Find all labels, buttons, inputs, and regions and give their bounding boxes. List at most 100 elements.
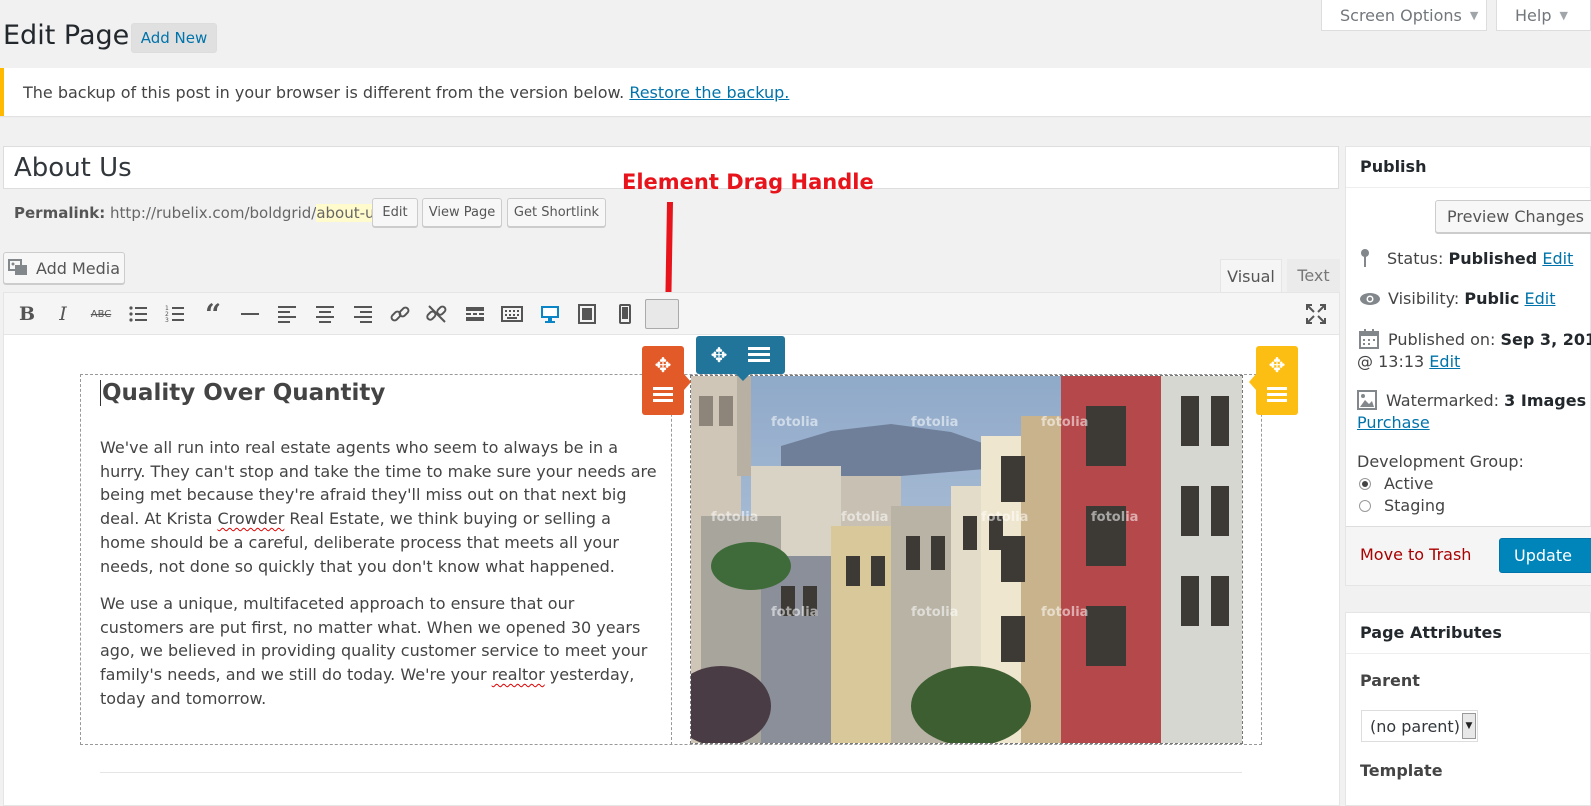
watermark-2: fotolia [911, 415, 958, 430]
desktop-view-icon[interactable] [537, 301, 563, 327]
radio-active[interactable] [1359, 477, 1371, 490]
permalink-edit-button[interactable]: Edit [372, 198, 418, 227]
purchase-row: Purchase [1357, 413, 1430, 432]
visibility-row: Visibility: Public Edit [1359, 289, 1555, 308]
fullscreen-icon[interactable] [1303, 301, 1329, 327]
status-label: Status: [1387, 248, 1444, 268]
read-more-icon[interactable] [462, 301, 488, 327]
menu-icon[interactable] [748, 346, 770, 364]
handle-pointer [684, 374, 691, 390]
content-bottom-rule [100, 772, 1242, 773]
annotation-label: Element Drag Handle [622, 170, 874, 194]
tab-visual[interactable]: Visual [1220, 259, 1282, 292]
view-page-button[interactable]: View Page [422, 198, 502, 227]
content-paragraph-2[interactable]: We use a unique, multifaceted approach t… [100, 592, 660, 711]
paragraph-2-spell: realtor [491, 665, 545, 685]
menu-icon[interactable] [1267, 386, 1287, 404]
toolbar-toggle-icon[interactable] [499, 301, 525, 327]
city-houses-illustration: fotolia fotolia fotolia fotolia fotolia … [691, 376, 1242, 743]
menu-icon[interactable] [653, 386, 673, 404]
parent-select-value: (no parent) [1370, 716, 1460, 736]
numbered-list-icon[interactable]: 123 [162, 301, 188, 327]
status-edit-link[interactable]: Edit [1542, 249, 1573, 268]
element-drag-handle-blue[interactable]: ✥ [696, 336, 785, 374]
watermark-4: fotolia [711, 510, 758, 525]
bold-icon[interactable]: B [14, 301, 40, 327]
align-center-icon[interactable] [312, 301, 338, 327]
calendar-icon [1359, 329, 1379, 349]
drag-move-icon[interactable]: ✥ [704, 341, 734, 369]
watermark-6: fotolia [981, 510, 1028, 525]
template-label: Template [1360, 761, 1443, 780]
status-value: Published [1448, 248, 1538, 268]
purchase-link[interactable]: Purchase [1357, 413, 1430, 432]
published-edit-link[interactable]: Edit [1429, 352, 1460, 371]
notice-text: The backup of this post in your browser … [23, 82, 625, 102]
parent-label: Parent [1360, 671, 1420, 690]
add-media-button[interactable]: Add Media [3, 252, 125, 284]
drag-move-icon[interactable]: ✥ [642, 352, 684, 378]
add-media-label: Add Media [35, 258, 121, 278]
screen-options-tab[interactable]: Screen Options ▼ [1321, 0, 1487, 31]
preview-changes-button[interactable]: Preview Changes [1435, 200, 1591, 233]
handle-pointer [736, 374, 750, 381]
media-icon [7, 259, 27, 275]
align-left-icon[interactable] [274, 301, 300, 327]
visibility-edit-link[interactable]: Edit [1525, 289, 1556, 308]
content-heading[interactable]: Quality Over Quantity [100, 380, 385, 406]
visibility-value: Public [1464, 289, 1520, 308]
handle-pointer [1249, 374, 1256, 390]
radio-staging-row[interactable]: Staging [1359, 496, 1445, 515]
permalink-row: Permalink: http://rubelix.com/boldgrid/a… [14, 200, 387, 226]
editor-button-box[interactable] [645, 299, 679, 329]
get-shortlink-button[interactable]: Get Shortlink [507, 198, 606, 227]
paragraph-1-spell: Crowder [217, 509, 285, 529]
move-to-trash-link[interactable]: Move to Trash [1360, 545, 1471, 564]
permalink-base: http://rubelix.com/boldgrid/ [110, 204, 317, 222]
unlink-icon[interactable] [424, 301, 450, 327]
watermarked-label: Watermarked: [1386, 390, 1500, 410]
published-time-row: @ 13:13 Edit [1357, 352, 1460, 371]
page-attributes-title: Page Attributes [1360, 623, 1502, 642]
parent-select[interactable]: (no parent) ▼ [1361, 710, 1478, 742]
phone-view-icon[interactable] [612, 301, 638, 327]
radio-active-label: Active [1384, 474, 1434, 493]
watermark-3: fotolia [1041, 415, 1088, 430]
restore-backup-link[interactable]: Restore the backup. [629, 83, 789, 102]
watermarked-value: 3 Images [1504, 390, 1587, 410]
blockquote-icon[interactable]: “ [200, 298, 226, 331]
screen-options-label: Screen Options [1340, 5, 1462, 25]
column-divider [671, 374, 672, 745]
published-row: Published on: Sep 3, 2015 [1359, 329, 1591, 349]
published-label: Published on: [1388, 329, 1496, 349]
radio-staging[interactable] [1359, 499, 1371, 512]
italic-icon[interactable]: I [50, 301, 76, 327]
publish-title: Publish [1360, 157, 1427, 176]
content-image[interactable]: fotolia fotolia fotolia fotolia fotolia … [690, 375, 1243, 744]
add-new-button[interactable]: Add New [131, 23, 217, 53]
element-drag-handle-yellow[interactable]: ✥ [1256, 346, 1298, 415]
element-drag-handle-orange[interactable]: ✥ [642, 346, 684, 415]
select-arrow-icon: ▼ [1462, 713, 1476, 739]
link-icon[interactable] [387, 301, 413, 327]
align-right-icon[interactable] [350, 301, 376, 327]
drag-move-icon[interactable]: ✥ [1256, 352, 1298, 378]
tab-text-label: Text [1297, 266, 1330, 285]
update-button[interactable]: Update [1499, 538, 1591, 573]
tab-text[interactable]: Text [1287, 259, 1340, 292]
page-attributes-rule [1346, 653, 1591, 654]
horizontal-line-icon[interactable] [237, 301, 263, 327]
radio-staging-label: Staging [1384, 496, 1446, 515]
status-row: Status: Published Edit [1359, 248, 1573, 268]
publish-header-rule [1346, 187, 1591, 188]
help-tab[interactable]: Help ▼ [1496, 0, 1591, 31]
bullet-list-icon[interactable] [125, 301, 151, 327]
watermark-5: fotolia [841, 510, 888, 525]
radio-active-row[interactable]: Active [1359, 474, 1434, 493]
tablet-view-icon[interactable] [574, 301, 600, 327]
post-title-value: About Us [14, 152, 132, 183]
strikethrough-icon[interactable]: ABC [88, 301, 114, 327]
published-time: @ 13:13 [1357, 352, 1425, 371]
tab-visual-label: Visual [1227, 266, 1275, 286]
content-paragraph-1[interactable]: We've all run into real estate agents wh… [100, 436, 660, 578]
